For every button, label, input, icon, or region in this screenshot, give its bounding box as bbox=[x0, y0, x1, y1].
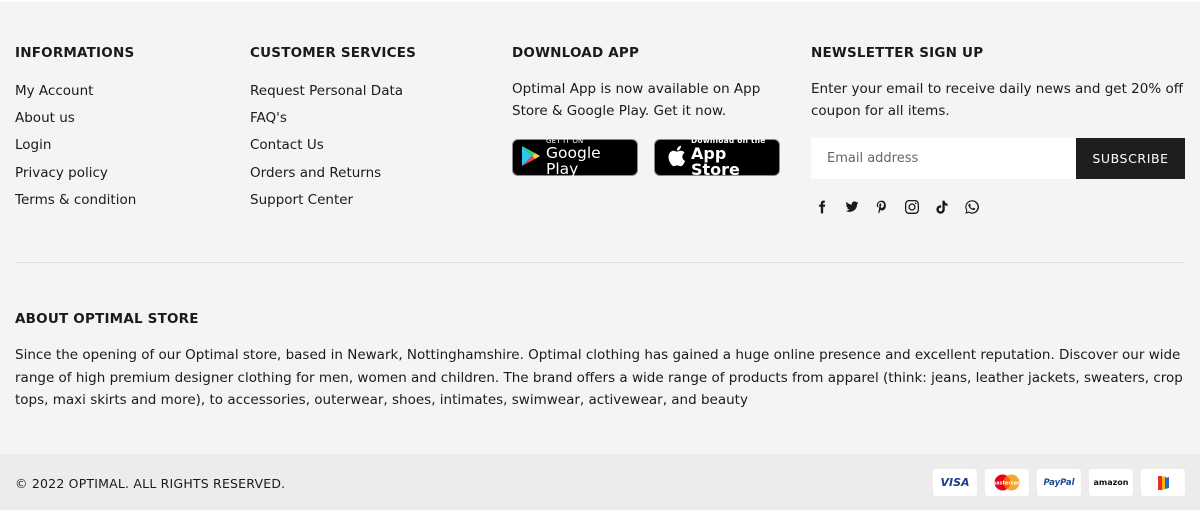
mastercard-icon: mastercard bbox=[985, 469, 1029, 496]
link-orders-returns[interactable]: Orders and Returns bbox=[250, 165, 381, 181]
app-store-label: App Store bbox=[691, 143, 740, 179]
link-contact-us[interactable]: Contact Us bbox=[250, 137, 324, 153]
about-section: ABOUT OPTIMAL STORE Since the opening of… bbox=[15, 311, 1185, 412]
payment-methods: VISA mastercard PayPal amazon bbox=[933, 469, 1185, 496]
social-links bbox=[814, 199, 1186, 215]
about-heading: ABOUT OPTIMAL STORE bbox=[15, 311, 199, 327]
newsletter-description: Enter your email to receive daily news a… bbox=[811, 81, 1184, 119]
link-faqs[interactable]: FAQ's bbox=[250, 110, 287, 126]
twitter-icon[interactable] bbox=[844, 199, 860, 215]
facebook-icon[interactable] bbox=[814, 199, 830, 215]
link-about-us[interactable]: About us bbox=[15, 110, 75, 126]
mastercard-label: mastercard bbox=[992, 481, 1022, 487]
instagram-icon[interactable] bbox=[904, 199, 920, 215]
copyright-text: © 2022 OPTIMAL. ALL RIGHTS RESERVED. bbox=[15, 476, 286, 491]
link-my-account[interactable]: My Account bbox=[15, 83, 93, 99]
bottom-bar: © 2022 OPTIMAL. ALL RIGHTS RESERVED. VIS… bbox=[0, 454, 1200, 510]
informations-column: INFORMATIONS My Account About us Login P… bbox=[15, 45, 136, 214]
newsletter-column: NEWSLETTER SIGN UP Enter your email to r… bbox=[811, 45, 1186, 215]
newsletter-form: SUBSCRIBE bbox=[811, 138, 1186, 179]
google-play-button[interactable]: GET IT ON Google Play bbox=[512, 138, 638, 178]
top-border bbox=[0, 0, 1200, 2]
whatsapp-icon[interactable] bbox=[964, 199, 980, 215]
app-store-button[interactable]: Download on the App Store bbox=[654, 137, 780, 179]
about-text: Since the opening of our Optimal store, … bbox=[15, 347, 1183, 408]
visa-icon: VISA bbox=[933, 469, 977, 496]
newsletter-heading: NEWSLETTER SIGN UP bbox=[811, 45, 984, 61]
download-app-description: Optimal App is now available on App Stor… bbox=[512, 81, 761, 119]
apple-icon bbox=[666, 144, 686, 172]
link-login[interactable]: Login bbox=[15, 137, 51, 153]
informations-heading: INFORMATIONS bbox=[15, 45, 135, 61]
paypal-icon: PayPal bbox=[1037, 469, 1081, 496]
download-app-column: DOWNLOAD APP Optimal App is now availabl… bbox=[512, 45, 782, 179]
google-play-icon bbox=[521, 145, 541, 171]
link-support-center[interactable]: Support Center bbox=[250, 192, 353, 208]
link-request-personal-data[interactable]: Request Personal Data bbox=[250, 83, 403, 99]
pinterest-icon[interactable] bbox=[874, 199, 890, 215]
link-privacy-policy[interactable]: Privacy policy bbox=[15, 165, 108, 181]
section-divider bbox=[15, 262, 1185, 263]
download-app-heading: DOWNLOAD APP bbox=[512, 45, 640, 61]
payment-icon bbox=[1141, 469, 1185, 496]
link-terms-condition[interactable]: Terms & condition bbox=[15, 192, 136, 208]
customer-services-column: CUSTOMER SERVICES Request Personal Data … bbox=[250, 45, 416, 214]
google-play-label: Google Play bbox=[546, 144, 601, 178]
email-field[interactable] bbox=[811, 138, 1076, 179]
amazon-icon: amazon bbox=[1089, 469, 1133, 496]
tiktok-icon[interactable] bbox=[934, 199, 950, 215]
subscribe-button[interactable]: SUBSCRIBE bbox=[1076, 138, 1185, 179]
customer-services-heading: CUSTOMER SERVICES bbox=[250, 45, 417, 61]
